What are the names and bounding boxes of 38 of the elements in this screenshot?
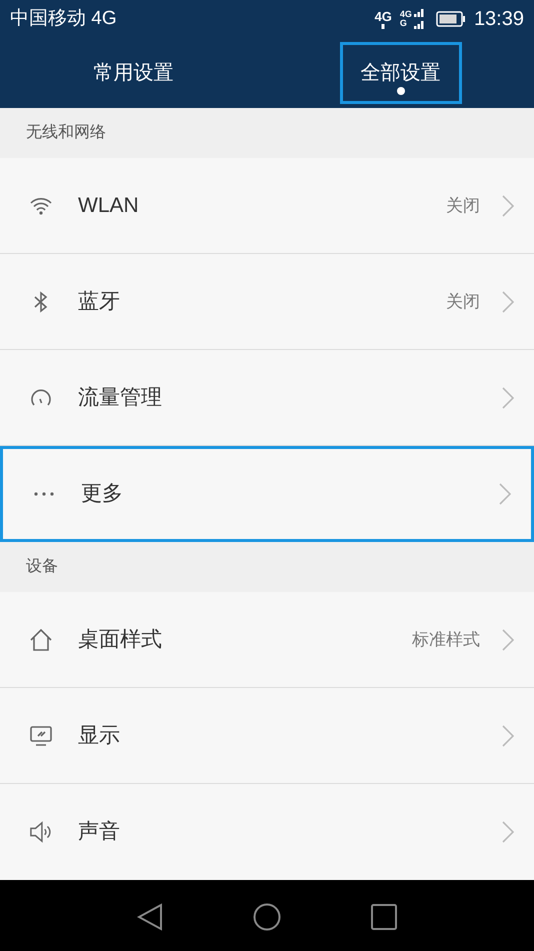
battery-icon (436, 11, 466, 27)
row-value: 标准样式 (412, 628, 480, 651)
more-icon (34, 492, 54, 496)
row-label: 桌面样式 (78, 626, 163, 653)
recents-icon[interactable] (371, 904, 397, 930)
row-label: 蓝牙 (78, 288, 121, 315)
wifi-icon (30, 196, 52, 214)
speaker-icon (30, 821, 52, 843)
monitor-icon (30, 726, 52, 746)
chevron-icon (502, 724, 514, 746)
section-header: 设备 (26, 557, 58, 577)
chevron-icon (499, 483, 511, 505)
bluetooth-icon (32, 290, 50, 312)
chevron-icon (502, 821, 514, 843)
row-label: 更多 (81, 481, 124, 508)
tab[interactable]: 常用设置 (72, 42, 194, 104)
settings-row[interactable]: 更多 (0, 446, 534, 542)
back-icon[interactable] (137, 903, 163, 931)
row-label: 显示 (78, 722, 121, 749)
carrier-text: 中国移动 4G (10, 6, 117, 31)
sim-label: G (400, 19, 408, 28)
tab[interactable]: 全部设置 (340, 42, 462, 104)
row-value: 关闭 (446, 290, 480, 313)
row-label: 流量管理 (78, 384, 163, 411)
row-value: 关闭 (446, 194, 480, 217)
gauge-icon (30, 388, 52, 408)
row-label: WLAN (78, 192, 140, 219)
chevron-icon (502, 290, 514, 312)
chevron-icon (502, 386, 514, 408)
sim-label: 4G (400, 10, 412, 19)
row-label: 声音 (78, 819, 121, 846)
home-button-icon[interactable] (253, 903, 281, 931)
signal-icon (414, 8, 426, 30)
section-header: 无线和网络 (26, 122, 106, 143)
clock-time: 13:39 (474, 7, 524, 32)
chevron-icon (502, 194, 514, 216)
chevron-icon (502, 628, 514, 650)
home-icon (30, 628, 52, 650)
